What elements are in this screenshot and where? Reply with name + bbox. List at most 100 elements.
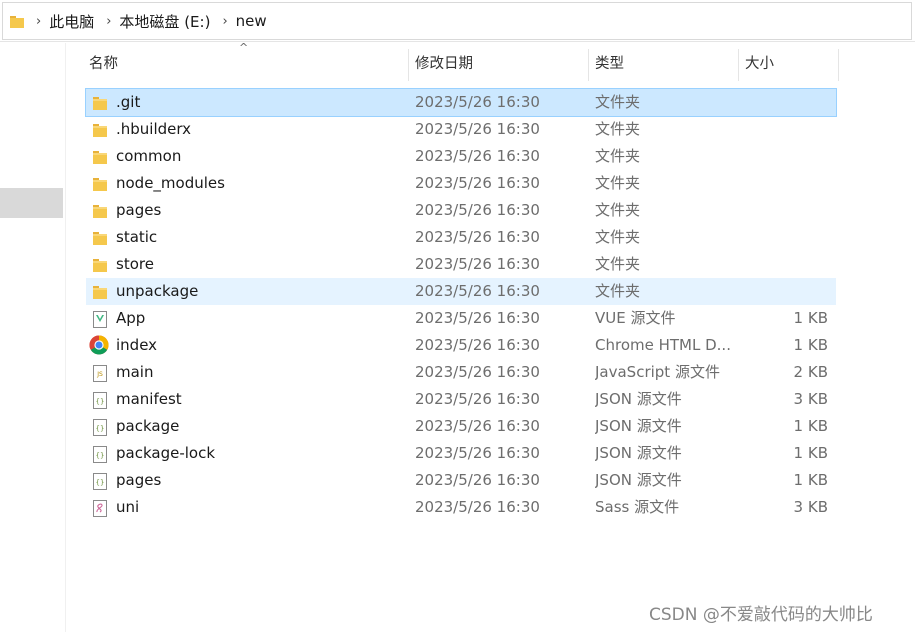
file-type: VUE 源文件 [595,309,676,327]
chevron-right-icon[interactable]: › [222,14,227,29]
file-date: 2023/5/26 16:30 [415,93,540,111]
file-row-node_modules[interactable]: node_modules 2023/5/26 16:30 文件夹 [86,170,836,197]
file-name: App [116,309,146,327]
column-header-date[interactable]: 修改日期 [408,47,588,81]
file-type: 文件夹 [595,228,641,246]
column-header-type[interactable]: 类型 [588,47,738,81]
file-name: manifest [116,390,182,408]
file-name: node_modules [116,174,225,192]
file-date: 2023/5/26 16:30 [415,471,540,489]
file-row-uni[interactable]: uni 2023/5/26 16:30 Sass 源文件 3 KB [86,494,836,521]
file-list: .git 2023/5/26 16:30 文件夹 .hbuilderx 2023… [85,88,837,521]
file-row-index[interactable]: index 2023/5/26 16:30 Chrome HTML D... 1… [86,332,836,359]
file-type: JSON 源文件 [595,471,682,489]
file-date: 2023/5/26 16:30 [415,309,540,327]
folder-icon [92,148,108,165]
file-type: JSON 源文件 [595,417,682,435]
folder-icon [92,202,108,219]
file-date: 2023/5/26 16:30 [415,228,540,246]
file-row-store[interactable]: store 2023/5/26 16:30 文件夹 [86,251,836,278]
file-size: 1 KB [793,444,828,462]
file-row-manifest[interactable]: {} manifest 2023/5/26 16:30 JSON 源文件 3 K… [86,386,836,413]
folder-icon [92,283,108,300]
file-date: 2023/5/26 16:30 [415,201,540,219]
file-type: JSON 源文件 [595,390,682,408]
file-date: 2023/5/26 16:30 [415,282,540,300]
file-size: 1 KB [793,417,828,435]
file-row-app[interactable]: App 2023/5/26 16:30 VUE 源文件 1 KB [86,305,836,332]
file-name: store [116,255,154,273]
file-row-main[interactable]: JS main 2023/5/26 16:30 JavaScript 源文件 2… [86,359,836,386]
file-row-static[interactable]: static 2023/5/26 16:30 文件夹 [86,224,836,251]
file-date: 2023/5/26 16:30 [415,444,540,462]
svg-text:JS: JS [96,371,103,378]
breadcrumb-local-disk[interactable]: 本地磁盘 (E:) [119,11,210,32]
file-row-git[interactable]: .git 2023/5/26 16:30 文件夹 [85,88,837,117]
file-date: 2023/5/26 16:30 [415,120,540,138]
address-bar[interactable]: › 此电脑 › 本地磁盘 (E:) › new [0,0,915,42]
file-name: static [116,228,158,246]
file-size: 3 KB [793,390,828,408]
watermark: CSDN @不爱敲代码的大帅比 [649,605,873,625]
file-name: package-lock [116,444,216,462]
column-header-size[interactable]: 大小 [738,47,838,81]
file-type: Chrome HTML D... [595,336,731,354]
address-bar-field[interactable]: › 此电脑 › 本地磁盘 (E:) › new [2,2,912,40]
folder-icon [92,175,108,192]
file-type: 文件夹 [595,255,641,273]
file-name: uni [116,498,140,516]
chevron-right-icon[interactable]: › [106,14,111,29]
column-header: ^ 名称 修改日期 类型 大小 [82,41,842,81]
folder-icon [92,229,108,246]
svg-text:{}: {} [96,425,105,433]
file-row-pages[interactable]: {} pages 2023/5/26 16:30 JSON 源文件 1 KB [86,467,836,494]
file-name: unpackage [116,282,199,300]
file-row-common[interactable]: common 2023/5/26 16:30 文件夹 [86,143,836,170]
file-type: 文件夹 [595,93,641,111]
file-type: 文件夹 [595,147,641,165]
vue-file-icon [92,310,108,328]
file-type: 文件夹 [595,120,641,138]
file-row-package[interactable]: {} package 2023/5/26 16:30 JSON 源文件 1 KB [86,413,836,440]
file-type: 文件夹 [595,201,641,219]
file-row-pages[interactable]: pages 2023/5/26 16:30 文件夹 [86,197,836,224]
file-date: 2023/5/26 16:30 [415,336,540,354]
file-date: 2023/5/26 16:30 [415,147,540,165]
file-row-unpackage[interactable]: unpackage 2023/5/26 16:30 文件夹 [86,278,836,305]
file-name: package [116,417,180,435]
json-file-icon: {} [92,472,108,490]
file-type: JSON 源文件 [595,444,682,462]
file-size: 1 KB [793,309,828,327]
navigation-pane[interactable] [0,43,66,632]
file-type: 文件夹 [595,174,641,192]
file-name: pages [116,201,162,219]
file-date: 2023/5/26 16:30 [415,174,540,192]
column-divider[interactable] [838,49,839,81]
file-name: common [116,147,182,165]
breadcrumb-new[interactable]: new [236,12,267,30]
json-file-icon: {} [92,445,108,463]
column-header-name[interactable]: 名称 [82,47,408,81]
js-file-icon: JS [92,364,108,382]
folder-icon [10,15,24,28]
navigation-pane-selected-item[interactable] [0,188,63,218]
file-name: .hbuilderx [116,120,192,138]
file-type: Sass 源文件 [595,498,680,516]
file-type: JavaScript 源文件 [595,363,720,381]
breadcrumb-this-pc[interactable]: 此电脑 [49,11,94,32]
file-row-hbuilderx[interactable]: .hbuilderx 2023/5/26 16:30 文件夹 [86,116,836,143]
file-name: .git [116,93,141,111]
file-size: 2 KB [793,363,828,381]
file-name: pages [116,471,162,489]
file-size: 1 KB [793,471,828,489]
file-date: 2023/5/26 16:30 [415,363,540,381]
svg-text:{}: {} [96,452,105,460]
file-date: 2023/5/26 16:30 [415,390,540,408]
json-file-icon: {} [92,418,108,436]
file-size: 1 KB [793,336,828,354]
file-name: index [116,336,158,354]
folder-icon [92,121,108,138]
chevron-right-icon[interactable]: › [36,14,41,29]
file-type: 文件夹 [595,282,641,300]
file-row-package-lock[interactable]: {} package-lock 2023/5/26 16:30 JSON 源文件… [86,440,836,467]
